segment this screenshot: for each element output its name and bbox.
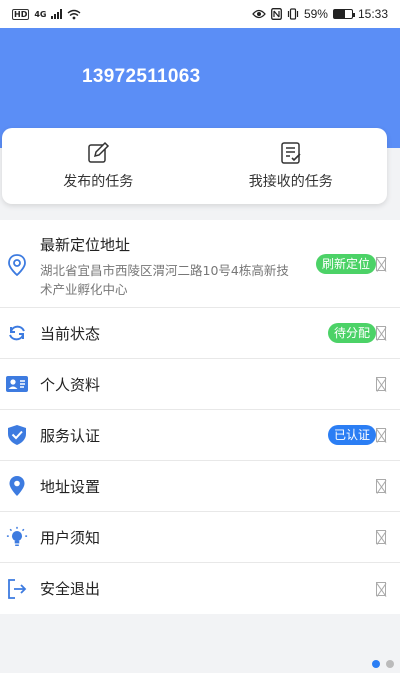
chevron-right-icon bbox=[376, 428, 386, 442]
battery-icon bbox=[332, 9, 355, 19]
status-badge: 待分配 bbox=[327, 323, 376, 343]
network-type: 4G bbox=[34, 9, 47, 19]
checklist-icon bbox=[281, 142, 301, 164]
refresh-status-icon bbox=[6, 322, 28, 344]
status-bar-right: 59% 15:33 bbox=[252, 7, 388, 21]
menu-list: 最新定位地址 湖北省宜昌市西陵区渭河二路10号4栋高新技术产业孵化中心 刷新定位… bbox=[0, 220, 400, 614]
battery-fill bbox=[333, 10, 345, 18]
map-pin-icon bbox=[6, 475, 28, 497]
id-card-icon bbox=[6, 373, 28, 395]
received-tasks-label: 我接收的任务 bbox=[248, 174, 333, 190]
vibrate-icon bbox=[287, 8, 299, 20]
task-card: 发布的任务 我接收的任务 bbox=[2, 128, 387, 204]
edit-icon bbox=[88, 141, 110, 163]
received-tasks-button[interactable]: 我接收的任务 bbox=[195, 128, 388, 204]
location-pin-icon bbox=[6, 254, 28, 276]
logout-label: 安全退出 bbox=[40, 580, 101, 598]
user-phone: 13972511063 bbox=[82, 66, 201, 87]
chevron-right-icon bbox=[376, 530, 386, 544]
published-tasks-button[interactable]: 发布的任务 bbox=[2, 128, 195, 204]
status-label: 当前状态 bbox=[40, 324, 101, 343]
eye-icon bbox=[252, 9, 266, 19]
chevron-right-icon bbox=[376, 479, 386, 493]
nfc-icon bbox=[270, 8, 282, 20]
menu-item-certification[interactable]: 服务认证 已认证 bbox=[0, 410, 400, 461]
wifi-icon bbox=[68, 9, 81, 19]
published-tasks-label: 发布的任务 bbox=[63, 174, 134, 190]
bulb-icon bbox=[6, 526, 28, 548]
exit-icon bbox=[6, 578, 28, 600]
status-bar: HD 4G 59% 15:33 bbox=[0, 0, 400, 28]
user-notice-label: 用户须知 bbox=[40, 528, 101, 547]
address-settings-label: 地址设置 bbox=[40, 477, 101, 496]
chevron-right-icon bbox=[376, 581, 386, 596]
profile-label: 个人资料 bbox=[40, 375, 101, 394]
menu-item-logout[interactable]: 安全退出 bbox=[0, 563, 400, 614]
location-address: 湖北省宜昌市西陵区渭河二路10号4栋高新技术产业孵化中心 bbox=[40, 263, 289, 297]
menu-item-address-settings[interactable]: 地址设置 bbox=[0, 461, 400, 512]
battery-percent: 59% bbox=[303, 7, 328, 21]
chevron-right-icon bbox=[376, 326, 386, 340]
pager-dots bbox=[372, 660, 394, 668]
menu-item-user-notice[interactable]: 用户须知 bbox=[0, 512, 400, 563]
chevron-right-icon bbox=[376, 257, 386, 271]
certification-label: 服务认证 bbox=[40, 426, 101, 445]
signal-icon bbox=[51, 9, 63, 19]
menu-item-profile[interactable]: 个人资料 bbox=[0, 359, 400, 410]
chevron-right-icon bbox=[376, 377, 386, 391]
certification-badge: 已认证 bbox=[327, 425, 376, 445]
hd-indicator: HD bbox=[12, 8, 30, 20]
location-info: 最新定位地址 湖北省宜昌市西陵区渭河二路10号4栋高新技术产业孵化中心 bbox=[40, 234, 292, 299]
clock: 15:33 bbox=[357, 7, 388, 21]
pager-dot-1[interactable] bbox=[372, 660, 380, 668]
menu-item-status[interactable]: 当前状态 待分配 bbox=[0, 308, 400, 359]
pager-dot-2[interactable] bbox=[386, 660, 394, 668]
menu-item-location[interactable]: 最新定位地址 湖北省宜昌市西陵区渭河二路10号4栋高新技术产业孵化中心 刷新定位 bbox=[0, 220, 400, 308]
shield-check-icon bbox=[6, 424, 28, 446]
location-title: 最新定位地址 bbox=[40, 236, 131, 254]
status-bar-left: HD 4G bbox=[12, 8, 81, 20]
refresh-location-button[interactable]: 刷新定位 bbox=[315, 254, 376, 274]
